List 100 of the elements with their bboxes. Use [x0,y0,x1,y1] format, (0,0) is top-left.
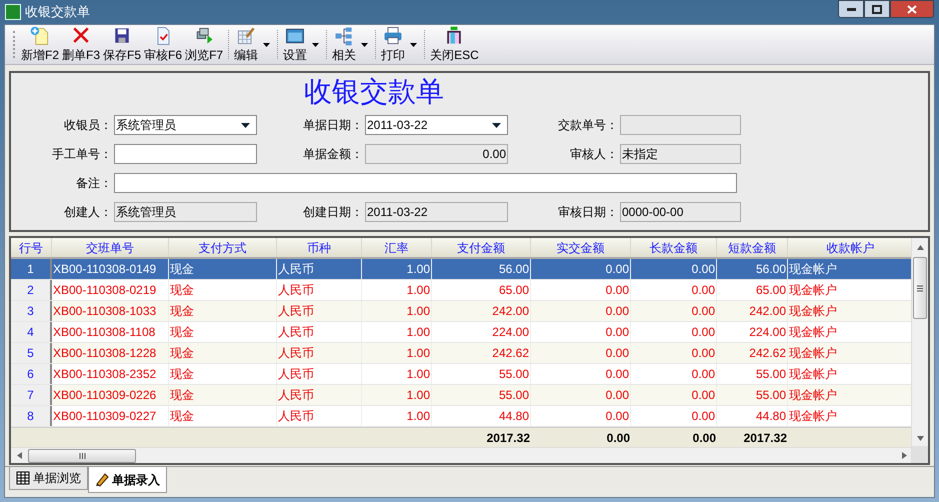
table-cell: 人民币 [277,280,362,300]
printer-icon [382,25,404,47]
table-row[interactable]: 2 XB00-110308-0219 现金 人民币 1.00 65.00 0.00 0.00 65.00 现金帐户 [11,280,911,301]
table-cell: 2 [11,280,52,300]
table-cell: 242.00 [432,301,531,321]
table-cell: XB00-110309-0226 [52,385,169,405]
toolbar-button[interactable]: 保存F5 [102,25,142,64]
column-header[interactable]: 短款金额 [717,238,788,257]
table-row[interactable]: 3 XB00-110308-1033 现金 人民币 1.00 242.00 0.00 0.00 242.00 现金帐户 [11,301,911,322]
table-cell: 55.00 [432,364,531,384]
total-cell-text: 2017.32 [742,430,788,447]
combo-box[interactable]: 系统管理员 [114,115,257,135]
table-row[interactable]: 8 XB00-110309-0227 现金 人民币 1.00 44.80 0.00 0.00 44.80 现金帐户 [11,406,911,427]
table-cell: 现金 [169,406,277,426]
table-cell: 0.00 [531,364,631,384]
pencil-icon [95,472,109,487]
total-cell-text: 2017.32 [486,430,531,447]
maximize-button[interactable] [864,0,890,18]
table-cell: 1.00 [362,385,432,405]
table-cell: XB00-110308-1033 [52,301,169,321]
minimize-button[interactable] [838,0,864,18]
table-cell: XB00-110308-1108 [52,322,169,342]
caret-icon [410,42,417,46]
caret-icon [262,42,270,46]
tab[interactable]: 单据录入 [88,467,167,493]
table-cell: 0.00 [631,322,717,342]
table-cell: XB00-110308-1228 [52,343,169,363]
toolbar-button[interactable]: 设置 [282,25,322,64]
table-row[interactable]: 4 XB00-110308-1108 现金 人民币 1.00 224.00 0.00 0.00 224.00 现金帐户 [11,322,911,343]
maximize-icon [872,4,882,14]
column-header[interactable]: 行号 [11,238,52,257]
combo-box[interactable]: 2011-03-22 [365,115,508,135]
table-row[interactable]: 1 XB00-110308-0149 现金 人民币 1.00 56.00 0.00 0.00 56.00 现金帐户 [11,259,911,280]
table-cell: 人民币 [277,301,362,321]
toolbar-button[interactable]: 编辑 [233,25,274,64]
total-cell-text: 0.00 [692,430,717,447]
toolbar-button[interactable]: 关闭ESC [429,25,480,64]
scroll-right-icon [902,452,907,459]
table-cell: 56.00 [717,259,788,279]
table-cell: 现金 [169,301,277,321]
input-field: 系统管理员 [114,202,257,222]
window-title: 收银交款单 [25,3,90,22]
table-cell: 8 [11,406,52,426]
horizontal-scrollbar[interactable] [11,447,911,463]
table-cell: 0.00 [531,280,631,300]
field-label: 收银员： [63,117,112,134]
input-field: 未指定 [620,144,741,164]
column-header[interactable]: 交班单号 [52,238,169,257]
column-header[interactable]: 支付方式 [169,238,277,257]
table-cell: 0.00 [531,259,631,279]
scroll-thumb[interactable] [28,448,136,462]
field-label: 审核日期： [557,204,618,221]
close-icon [907,4,917,14]
tab[interactable]: 单据浏览 [9,467,88,490]
vertical-scrollbar[interactable] [911,238,928,463]
table-cell: 1.00 [362,322,432,342]
table-cell: 0.00 [631,406,717,426]
table-cell: 5 [11,343,52,363]
table-cell: 0.00 [531,385,631,405]
table-cell: 56.00 [432,259,531,279]
toolbar-button[interactable]: 删单F3 [61,25,102,64]
table-cell: 人民币 [277,406,362,426]
table-cell: 0.00 [631,385,717,405]
caret-icon [492,122,500,128]
toolbar-button[interactable]: 审核F6 [143,25,184,64]
column-header[interactable]: 汇率 [362,238,432,257]
table-cell: 0.00 [531,406,631,426]
grip-icon [78,452,86,458]
table-cell: 242.00 [717,301,788,321]
table-cell: 65.00 [717,280,788,300]
column-header[interactable]: 支付金额 [432,238,531,257]
table-cell: 人民币 [277,364,362,384]
table-cell: 0.00 [631,301,717,321]
table-cell: 现金 [169,385,277,405]
column-header[interactable]: 币种 [277,238,362,257]
field-label: 交款单号： [557,117,618,134]
table-row[interactable]: 6 XB00-110308-2352 现金 人民币 1.00 55.00 0.00 0.00 55.00 现金帐户 [11,364,911,385]
table-cell: 1.00 [362,343,432,363]
toolbar-button[interactable]: 新增F2 [20,25,60,64]
input-field[interactable] [114,173,737,193]
table-cell: 242.62 [717,343,788,363]
table-row[interactable]: 7 XB00-110309-0226 现金 人民币 1.00 55.00 0.00 0.00 55.00 现金帐户 [11,385,911,406]
page-plus-icon [29,25,51,47]
table-row[interactable]: 5 XB00-110308-1228 现金 人民币 1.00 242.62 0.00 0.00 242.62 现金帐户 [11,343,911,364]
scroll-thumb[interactable] [913,257,927,319]
toolbar-button[interactable]: 打印 [380,25,420,64]
column-header[interactable]: 长款金额 [631,238,717,257]
table-cell: 现金 [169,259,277,279]
input-field[interactable] [114,144,257,164]
close-button[interactable] [890,0,934,18]
table-cell: 人民币 [277,385,362,405]
table-cell: XB00-110308-2352 [52,364,169,384]
table-cell: 0.00 [631,259,717,279]
column-header[interactable]: 实交金额 [531,238,631,257]
table-cell: 55.00 [432,385,531,405]
field-label: 创建人： [63,204,112,221]
toolbar-button[interactable]: 浏览F7 [184,25,224,64]
table-cell: 224.00 [432,322,531,342]
table-cell: 0.00 [631,364,717,384]
toolbar-button[interactable]: 相关 [331,25,372,64]
